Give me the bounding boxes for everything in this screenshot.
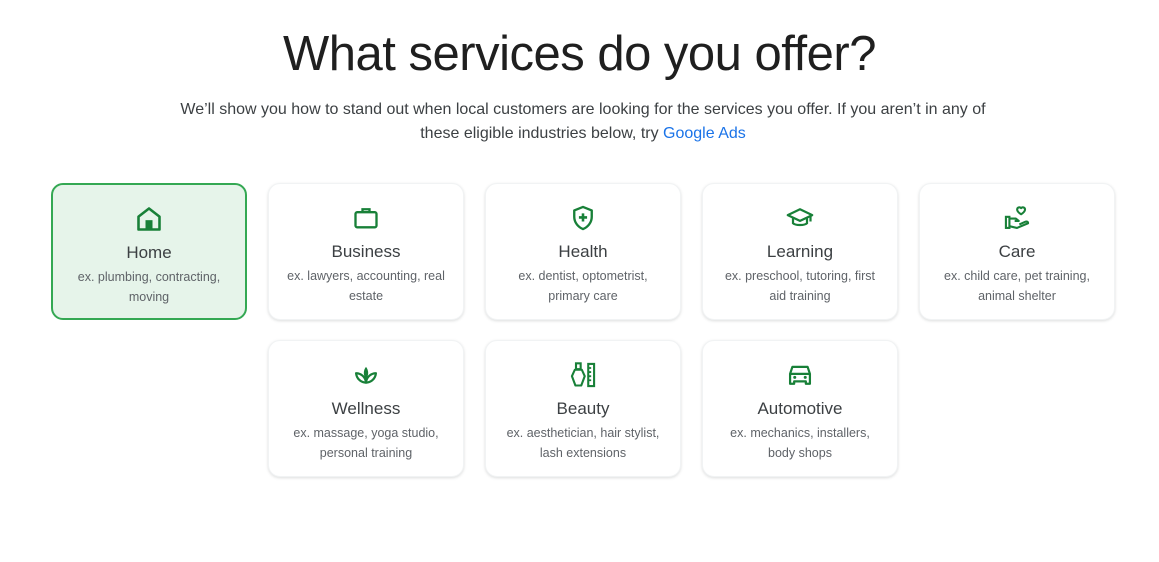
- category-description: ex. dentist, optometrist, primary care: [518, 269, 648, 303]
- spa-icon: [269, 361, 463, 389]
- category-card-learning[interactable]: Learning ex. preschool, tutoring, first …: [702, 183, 898, 320]
- category-description: ex. child care, pet training, animal she…: [944, 269, 1090, 303]
- nail-polish-icon: [486, 361, 680, 389]
- category-title: Automotive: [757, 399, 843, 418]
- category-card-wellness[interactable]: Wellness ex. massage, yoga studio, perso…: [268, 340, 464, 477]
- category-card-care[interactable]: Care ex. child care, pet training, anima…: [919, 183, 1115, 320]
- category-title: Business: [331, 242, 401, 261]
- category-description: ex. plumbing, contracting, moving: [77, 270, 221, 304]
- category-description: ex. preschool, tutoring, first aid train…: [724, 269, 876, 303]
- category-card-beauty[interactable]: Beauty ex. aesthetician, hair stylist, l…: [485, 340, 681, 477]
- category-title: Home: [126, 243, 172, 262]
- category-description: ex. aesthetician, hair stylist, lash ext…: [506, 426, 660, 460]
- category-card-business[interactable]: Business ex. lawyers, accounting, real e…: [268, 183, 464, 320]
- category-card-automotive[interactable]: Automotive ex. mechanics, installers, bo…: [702, 340, 898, 477]
- briefcase-icon: [269, 204, 463, 232]
- category-description: ex. mechanics, installers, body shops: [730, 426, 870, 460]
- category-title: Care: [998, 242, 1036, 261]
- hand-heart-icon: [920, 204, 1114, 232]
- category-title: Learning: [766, 242, 834, 261]
- google-ads-link[interactable]: Google Ads: [663, 125, 746, 142]
- category-title: Health: [558, 242, 608, 261]
- category-card-health[interactable]: Health ex. dentist, optometrist, primary…: [485, 183, 681, 320]
- category-title: Beauty: [556, 399, 610, 418]
- car-icon: [703, 361, 897, 389]
- graduation-cap-icon: [703, 204, 897, 232]
- shield-plus-icon: [486, 204, 680, 232]
- page-subtitle: We’ll show you how to stand out when loc…: [160, 98, 1006, 146]
- page-title: What services do you offer?: [283, 27, 876, 81]
- subtitle-text: We’ll show you how to stand out when loc…: [180, 101, 986, 142]
- category-title: Wellness: [331, 399, 401, 418]
- category-card-home[interactable]: Home ex. plumbing, contracting, moving: [51, 183, 247, 320]
- category-description: ex. lawyers, accounting, real estate: [287, 269, 445, 303]
- category-description: ex. massage, yoga studio, personal train…: [293, 426, 439, 460]
- services-page: What services do you offer? We’ll show y…: [0, 0, 1159, 562]
- house-icon: [53, 205, 245, 233]
